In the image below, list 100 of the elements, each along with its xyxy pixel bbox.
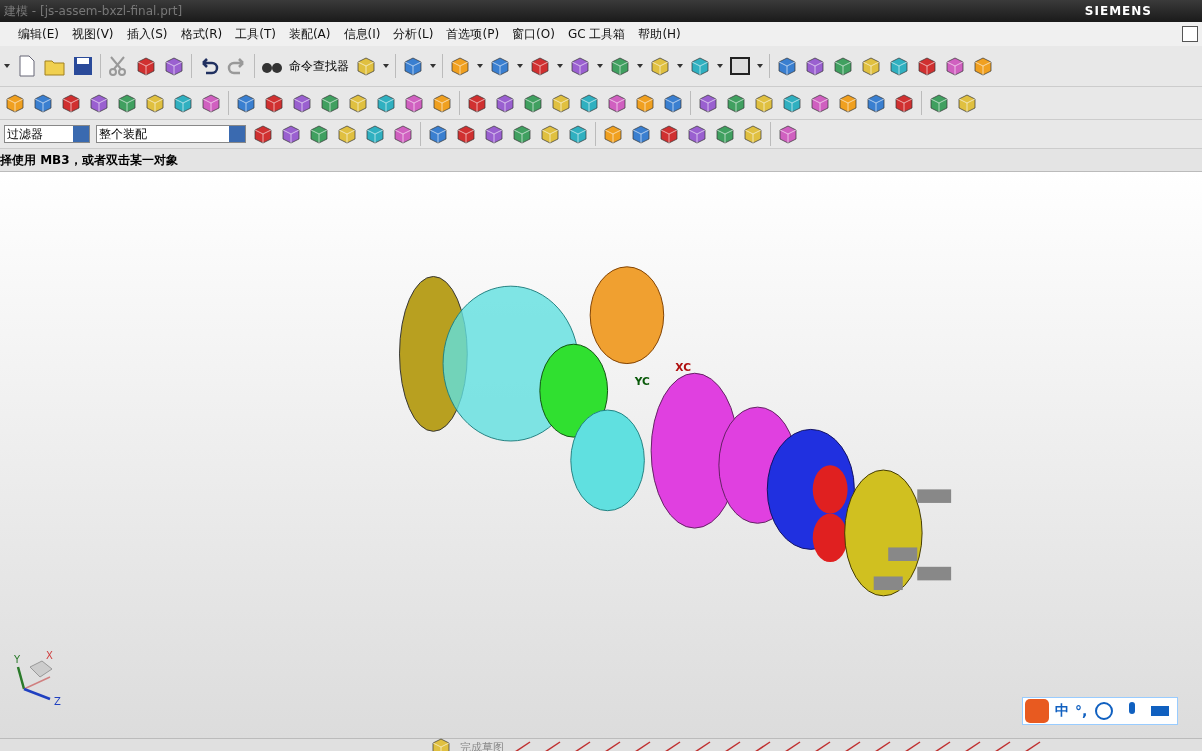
caret-icon[interactable]	[637, 64, 643, 68]
cube-icon[interactable]	[355, 55, 377, 77]
cube-icon[interactable]	[252, 123, 274, 145]
frame-icon[interactable]	[729, 55, 751, 77]
cube-icon[interactable]	[956, 92, 978, 114]
cube-icon[interactable]	[658, 123, 680, 145]
cube-icon[interactable]	[781, 92, 803, 114]
cube-icon[interactable]	[777, 123, 799, 145]
cube-icon[interactable]	[529, 55, 551, 77]
caret-icon[interactable]	[557, 64, 563, 68]
cube-icon[interactable]	[116, 92, 138, 114]
command-finder[interactable]: 命令查找器	[289, 57, 349, 75]
cube-icon[interactable]	[539, 123, 561, 145]
cube-icon[interactable]	[697, 92, 719, 114]
menu-item[interactable]: 编辑(E)	[18, 25, 59, 43]
cube-icon[interactable]	[455, 123, 477, 145]
caret-icon[interactable]	[430, 64, 436, 68]
cube-icon[interactable]	[837, 92, 859, 114]
cube-icon[interactable]	[928, 92, 950, 114]
menu-item[interactable]: 分析(L)	[393, 25, 434, 43]
caret-icon[interactable]	[383, 64, 389, 68]
cube-icon[interactable]	[163, 55, 185, 77]
cube-icon[interactable]	[32, 92, 54, 114]
cube-icon[interactable]	[489, 55, 511, 77]
cube-icon[interactable]	[427, 123, 449, 145]
cube-icon[interactable]	[336, 123, 358, 145]
cube-icon[interactable]	[4, 92, 26, 114]
cube-icon[interactable]	[308, 123, 330, 145]
cube-icon[interactable]	[280, 123, 302, 145]
menu-item[interactable]: 首选项(P)	[446, 25, 500, 43]
menu-item[interactable]: 装配(A)	[288, 25, 331, 43]
cube-icon[interactable]	[742, 123, 764, 145]
cube-icon[interactable]	[888, 55, 910, 77]
save-icon[interactable]	[72, 55, 94, 77]
cube-icon[interactable]	[634, 92, 656, 114]
menu-item[interactable]: 信息(I)	[343, 25, 381, 43]
cube-icon[interactable]	[522, 92, 544, 114]
cube-icon[interactable]	[649, 55, 671, 77]
cube-icon[interactable]	[662, 92, 684, 114]
cube-icon[interactable]	[714, 123, 736, 145]
cube-icon[interactable]	[449, 55, 471, 77]
cube-icon[interactable]	[431, 92, 453, 114]
cube-icon[interactable]	[347, 92, 369, 114]
menu-item[interactable]: 视图(V)	[71, 25, 114, 43]
menu-item[interactable]: 帮助(H)	[638, 25, 681, 43]
menu-item[interactable]: 窗口(O)	[512, 25, 555, 43]
cube-icon[interactable]	[466, 92, 488, 114]
cube-icon[interactable]	[483, 123, 505, 145]
cube-icon[interactable]	[725, 92, 747, 114]
cube-icon[interactable]	[776, 55, 798, 77]
menu-item[interactable]: 工具(T)	[235, 25, 276, 43]
cube-icon[interactable]	[916, 55, 938, 77]
filter-dropdown[interactable]: 过滤器	[4, 125, 90, 143]
caret-icon[interactable]	[4, 64, 10, 68]
caret-icon[interactable]	[477, 64, 483, 68]
cube-icon[interactable]	[375, 92, 397, 114]
doc-icon[interactable]	[16, 55, 38, 77]
cube-icon[interactable]	[135, 55, 157, 77]
cube-icon[interactable]	[60, 92, 82, 114]
cube-icon[interactable]	[403, 92, 425, 114]
cube-icon[interactable]	[689, 55, 711, 77]
caret-icon[interactable]	[757, 64, 763, 68]
scope-dropdown[interactable]: 整个装配	[96, 125, 246, 143]
caret-icon[interactable]	[597, 64, 603, 68]
cube-icon[interactable]	[172, 92, 194, 114]
cube-icon[interactable]	[291, 92, 313, 114]
cube-icon[interactable]	[319, 92, 341, 114]
cube-icon[interactable]	[567, 123, 589, 145]
cube-icon[interactable]	[364, 123, 386, 145]
cube-icon[interactable]	[200, 92, 222, 114]
caret-icon[interactable]	[677, 64, 683, 68]
cube-icon[interactable]	[402, 55, 424, 77]
cube-icon[interactable]	[753, 92, 775, 114]
cube-icon[interactable]	[809, 92, 831, 114]
caret-icon[interactable]	[517, 64, 523, 68]
cube-icon[interactable]	[602, 123, 624, 145]
cube-icon[interactable]	[944, 55, 966, 77]
cube-icon[interactable]	[686, 123, 708, 145]
caret-icon[interactable]	[717, 64, 723, 68]
cube-icon[interactable]	[893, 92, 915, 114]
cube-icon[interactable]	[606, 92, 628, 114]
cube-icon[interactable]	[630, 123, 652, 145]
cube-icon[interactable]	[804, 55, 826, 77]
menu-item[interactable]: 插入(S)	[126, 25, 168, 43]
cube-icon[interactable]	[263, 92, 285, 114]
cube-icon[interactable]	[832, 55, 854, 77]
cube-icon[interactable]	[392, 123, 414, 145]
cube-icon[interactable]	[494, 92, 516, 114]
cube-icon[interactable]	[972, 55, 994, 77]
cube-icon[interactable]	[511, 123, 533, 145]
restore-button[interactable]	[1182, 26, 1198, 42]
cube-icon[interactable]	[550, 92, 572, 114]
menu-item[interactable]: 格式(R)	[180, 25, 223, 43]
cube-icon[interactable]	[144, 92, 166, 114]
menu-item[interactable]: GC 工具箱	[567, 25, 626, 43]
cube-icon[interactable]	[235, 92, 257, 114]
cube-icon[interactable]	[865, 92, 887, 114]
cube-icon[interactable]	[609, 55, 631, 77]
cube-icon[interactable]	[860, 55, 882, 77]
cube-icon[interactable]	[88, 92, 110, 114]
